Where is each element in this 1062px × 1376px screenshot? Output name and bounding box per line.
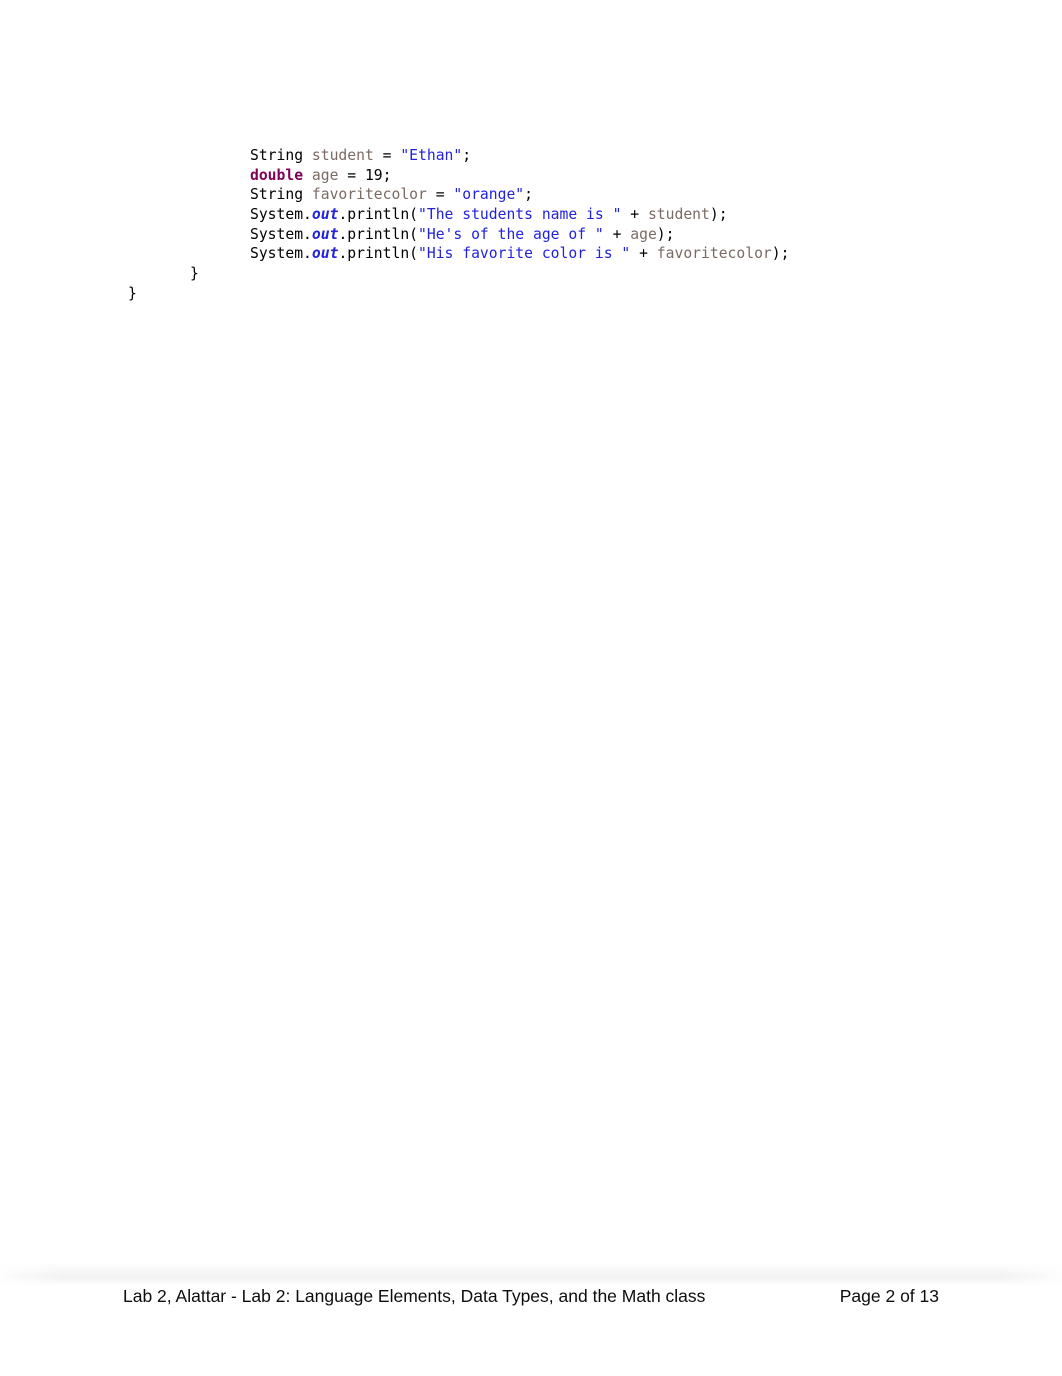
code-token-plain: ;: [462, 147, 472, 164]
code-token-str: "He's of the age of ": [418, 225, 604, 243]
code-token-plain: ;: [524, 186, 533, 204]
code-token-plain: System.: [250, 245, 312, 263]
page-break-shadow: [0, 1262, 1062, 1286]
code-block: String student = "Ethan"; double age = 19…: [0, 146, 1062, 304]
code-token-plain: .println(: [338, 245, 419, 263]
code-token-plain: +: [603, 225, 631, 243]
code-token-kw: double: [250, 166, 304, 184]
code-token-plain: =: [373, 147, 401, 164]
code-token-plain: String: [250, 186, 312, 204]
code-line: String favoritecolor = "orange";: [0, 185, 1062, 205]
code-token-plain: );: [771, 245, 790, 263]
footer-document-title: Lab 2, Alattar - Lab 2: Language Element…: [123, 1286, 706, 1306]
document-page: String student = "Ethan"; double age = 19…: [0, 0, 1062, 1376]
code-token-str: "orange": [453, 186, 525, 204]
code-token-str: "His favorite color is ": [418, 245, 631, 263]
code-token-plain: System.: [250, 225, 312, 243]
code-line: }: [0, 284, 1062, 304]
code-token-var: age: [630, 225, 657, 243]
code-token-var: student: [311, 147, 374, 164]
code-token-plain: System.: [250, 206, 312, 224]
code-token-plain: =: [338, 166, 365, 184]
footer-page-number: Page 2 of 13: [839, 1286, 939, 1306]
code-token-plain: .println(: [338, 206, 419, 224]
code-line: System.out.println("His favorite color i…: [0, 244, 1062, 264]
code-token-plain: =: [426, 186, 454, 204]
code-token-plain: ;: [382, 166, 392, 184]
code-token-plain: +: [630, 245, 657, 263]
code-token-var: age: [311, 166, 339, 184]
code-token-plain: String: [250, 147, 312, 164]
code-token-str: "The students name is ": [418, 206, 622, 224]
code-line: String student = "Ethan";: [0, 146, 1062, 166]
code-token-field: out: [311, 245, 339, 263]
page-footer: Lab 2, Alattar - Lab 2: Language Element…: [123, 1286, 939, 1307]
code-token-var: favoritecolor: [656, 245, 772, 263]
code-token-str: "Ethan": [400, 147, 463, 164]
code-token-num: 19: [364, 166, 383, 184]
code-line: System.out.println("The students name is…: [0, 205, 1062, 225]
code-token-plain: .println(: [338, 225, 419, 243]
code-token-field: out: [311, 225, 339, 243]
code-token-plain: );: [709, 206, 728, 224]
code-token-plain: }: [190, 265, 199, 283]
code-line: System.out.println("He's of the age of "…: [0, 225, 1062, 245]
code-token-var: student: [647, 206, 710, 224]
code-line: }: [0, 264, 1062, 284]
code-token-field: out: [311, 206, 339, 224]
code-token-var: favoritecolor: [311, 186, 427, 204]
code-token-plain: }: [128, 284, 137, 302]
code-token-plain: +: [621, 206, 648, 224]
code-token-plain: );: [656, 225, 675, 243]
code-line: double age = 19;: [0, 166, 1062, 186]
